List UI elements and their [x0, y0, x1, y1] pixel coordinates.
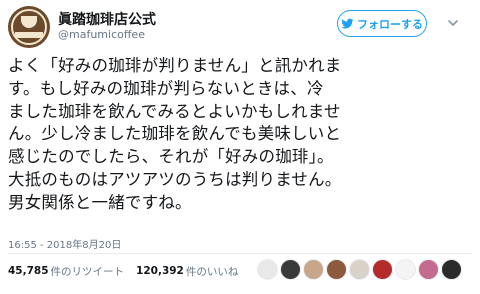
- tweet-line: す。もし好みの珈琲が判らないときは、冷: [8, 78, 324, 98]
- avatar-band: [15, 32, 43, 38]
- account-handle[interactable]: @mafumicoffee: [58, 28, 145, 41]
- avatar[interactable]: [8, 6, 50, 48]
- tweet-line: 男女関係と一緒ですね。: [8, 192, 192, 212]
- like-label[interactable]: 件のいいね: [186, 264, 239, 279]
- chevron-down-icon[interactable]: [446, 16, 460, 30]
- tweet-line: よく「好みの珈琲が判りません」と訊かれま: [8, 56, 342, 75]
- liker-avatar[interactable]: [372, 259, 393, 280]
- retweet-label[interactable]: 件のリツイート: [51, 264, 125, 279]
- follow-button-label: フォローする: [357, 17, 423, 31]
- retweet-count[interactable]: 45,785: [8, 265, 49, 277]
- liker-avatars: [257, 259, 462, 280]
- tweet-timestamp[interactable]: 16:55 - 2018年8月20日: [8, 236, 121, 251]
- liker-avatar[interactable]: [326, 259, 347, 280]
- liker-avatar[interactable]: [280, 259, 301, 280]
- like-count[interactable]: 120,392: [136, 265, 184, 277]
- tweet-line: ん。少し冷ました珈琲を飲んでも美味しいと: [8, 124, 342, 144]
- account-name[interactable]: 眞踏珈琲店公式: [58, 9, 156, 29]
- tweet-stats: 45,785 件のリツイート 120,392 件のいいね: [8, 262, 250, 280]
- liker-avatar[interactable]: [441, 259, 462, 280]
- liker-avatar[interactable]: [257, 259, 278, 280]
- liker-avatar[interactable]: [349, 259, 370, 280]
- follow-button[interactable]: フォローする: [337, 10, 427, 37]
- liker-avatar[interactable]: [303, 259, 324, 280]
- tweet-line: 感じたのでしたら、それが「好みの珈琲」。: [8, 147, 334, 167]
- divider: [8, 253, 472, 254]
- tweet-header: 眞踏珈琲店公式 @mafumicoffee フォローする: [0, 0, 480, 50]
- liker-avatar[interactable]: [418, 259, 439, 280]
- bird-icon: [341, 18, 354, 28]
- liker-avatar[interactable]: [395, 259, 416, 280]
- tweet-line: ました珈琲を飲んでみるとよいかもしれませ: [8, 101, 341, 121]
- tweet-line: 大抵のものはアツアツのうちは判りません。: [8, 169, 342, 189]
- tweet-text: よく「好みの珈琲が判りません」と訊かれま す。もし好みの珈琲が判らないときは、冷…: [8, 55, 476, 215]
